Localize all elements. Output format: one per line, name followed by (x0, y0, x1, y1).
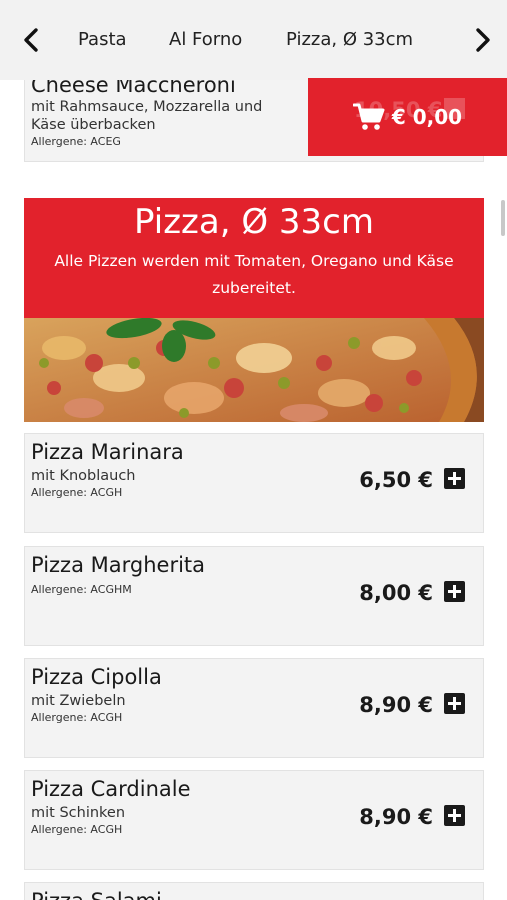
item-description: mit Schinken (31, 805, 126, 821)
item-price: 8,00 € (359, 581, 433, 605)
menu-item-pizza-cardinale[interactable]: Pizza Cardinale mit Schinken Allergene: … (24, 770, 484, 870)
item-allergens: Allergene: ACGH (31, 486, 123, 499)
item-name: Pizza Margherita (31, 553, 206, 577)
plus-square-icon[interactable] (444, 581, 465, 602)
item-description: mit Rahmsauce, Mozzarella und Käse überb… (31, 99, 263, 133)
item-price: 6,50 € (359, 468, 433, 492)
pizza-image (24, 318, 484, 422)
menu-item-pizza-margherita[interactable]: Pizza Margherita Allergene: ACGHM 8,00 € (24, 546, 484, 646)
item-price: 8,90 € (359, 805, 433, 829)
item-name: Pizza Marinara (31, 440, 184, 464)
menu-item-pizza-salami[interactable]: Pizza Salami (24, 882, 484, 900)
item-allergens: Allergene: ACGH (31, 823, 123, 836)
nav-category-pasta[interactable]: Pasta (78, 29, 127, 50)
item-description: mit Knoblauch (31, 468, 136, 484)
item-allergens: Allergene: ACGH (31, 711, 123, 724)
section-subtitle: Alle Pizzen werden mit Tomaten, Oregano … (54, 252, 454, 297)
item-name: Pizza Cardinale (31, 777, 191, 801)
item-name: Pizza Salami (31, 889, 162, 900)
item-description: mit Zwiebeln (31, 693, 126, 709)
plus-square-icon[interactable] (444, 468, 465, 489)
nav-category-pizza[interactable]: Pizza, Ø 33cm (286, 29, 413, 50)
plus-square-icon[interactable] (444, 693, 465, 714)
item-allergens: Allergene: ACGHM (31, 583, 132, 596)
chevron-right-icon[interactable] (468, 24, 498, 56)
item-price: 8,90 € (359, 693, 433, 717)
item-name: Pizza Cipolla (31, 665, 162, 689)
section-header-pizza: Pizza, Ø 33cm Alle Pizzen werden mit Tom… (24, 198, 484, 318)
nav-category-al-forno[interactable]: Al Forno (169, 29, 242, 50)
shopping-cart-icon (352, 103, 385, 130)
menu-item-pizza-cipolla[interactable]: Pizza Cipolla mit Zwiebeln Allergene: AC… (24, 658, 484, 758)
section-title: Pizza, Ø 33cm (134, 202, 374, 242)
menu-item-pizza-marinara[interactable]: Pizza Marinara mit Knoblauch Allergene: … (24, 433, 484, 533)
chevron-left-icon[interactable] (16, 24, 46, 56)
cart-total: € 0,00 (391, 105, 463, 129)
plus-square-icon[interactable] (444, 805, 465, 826)
item-allergens: Allergene: ACEG (31, 135, 121, 148)
category-nav: Pasta Al Forno Pizza, Ø 33cm (0, 0, 507, 80)
cart-button[interactable]: 10,50 € € 0,00 (308, 78, 507, 156)
scrollbar[interactable] (501, 200, 505, 236)
